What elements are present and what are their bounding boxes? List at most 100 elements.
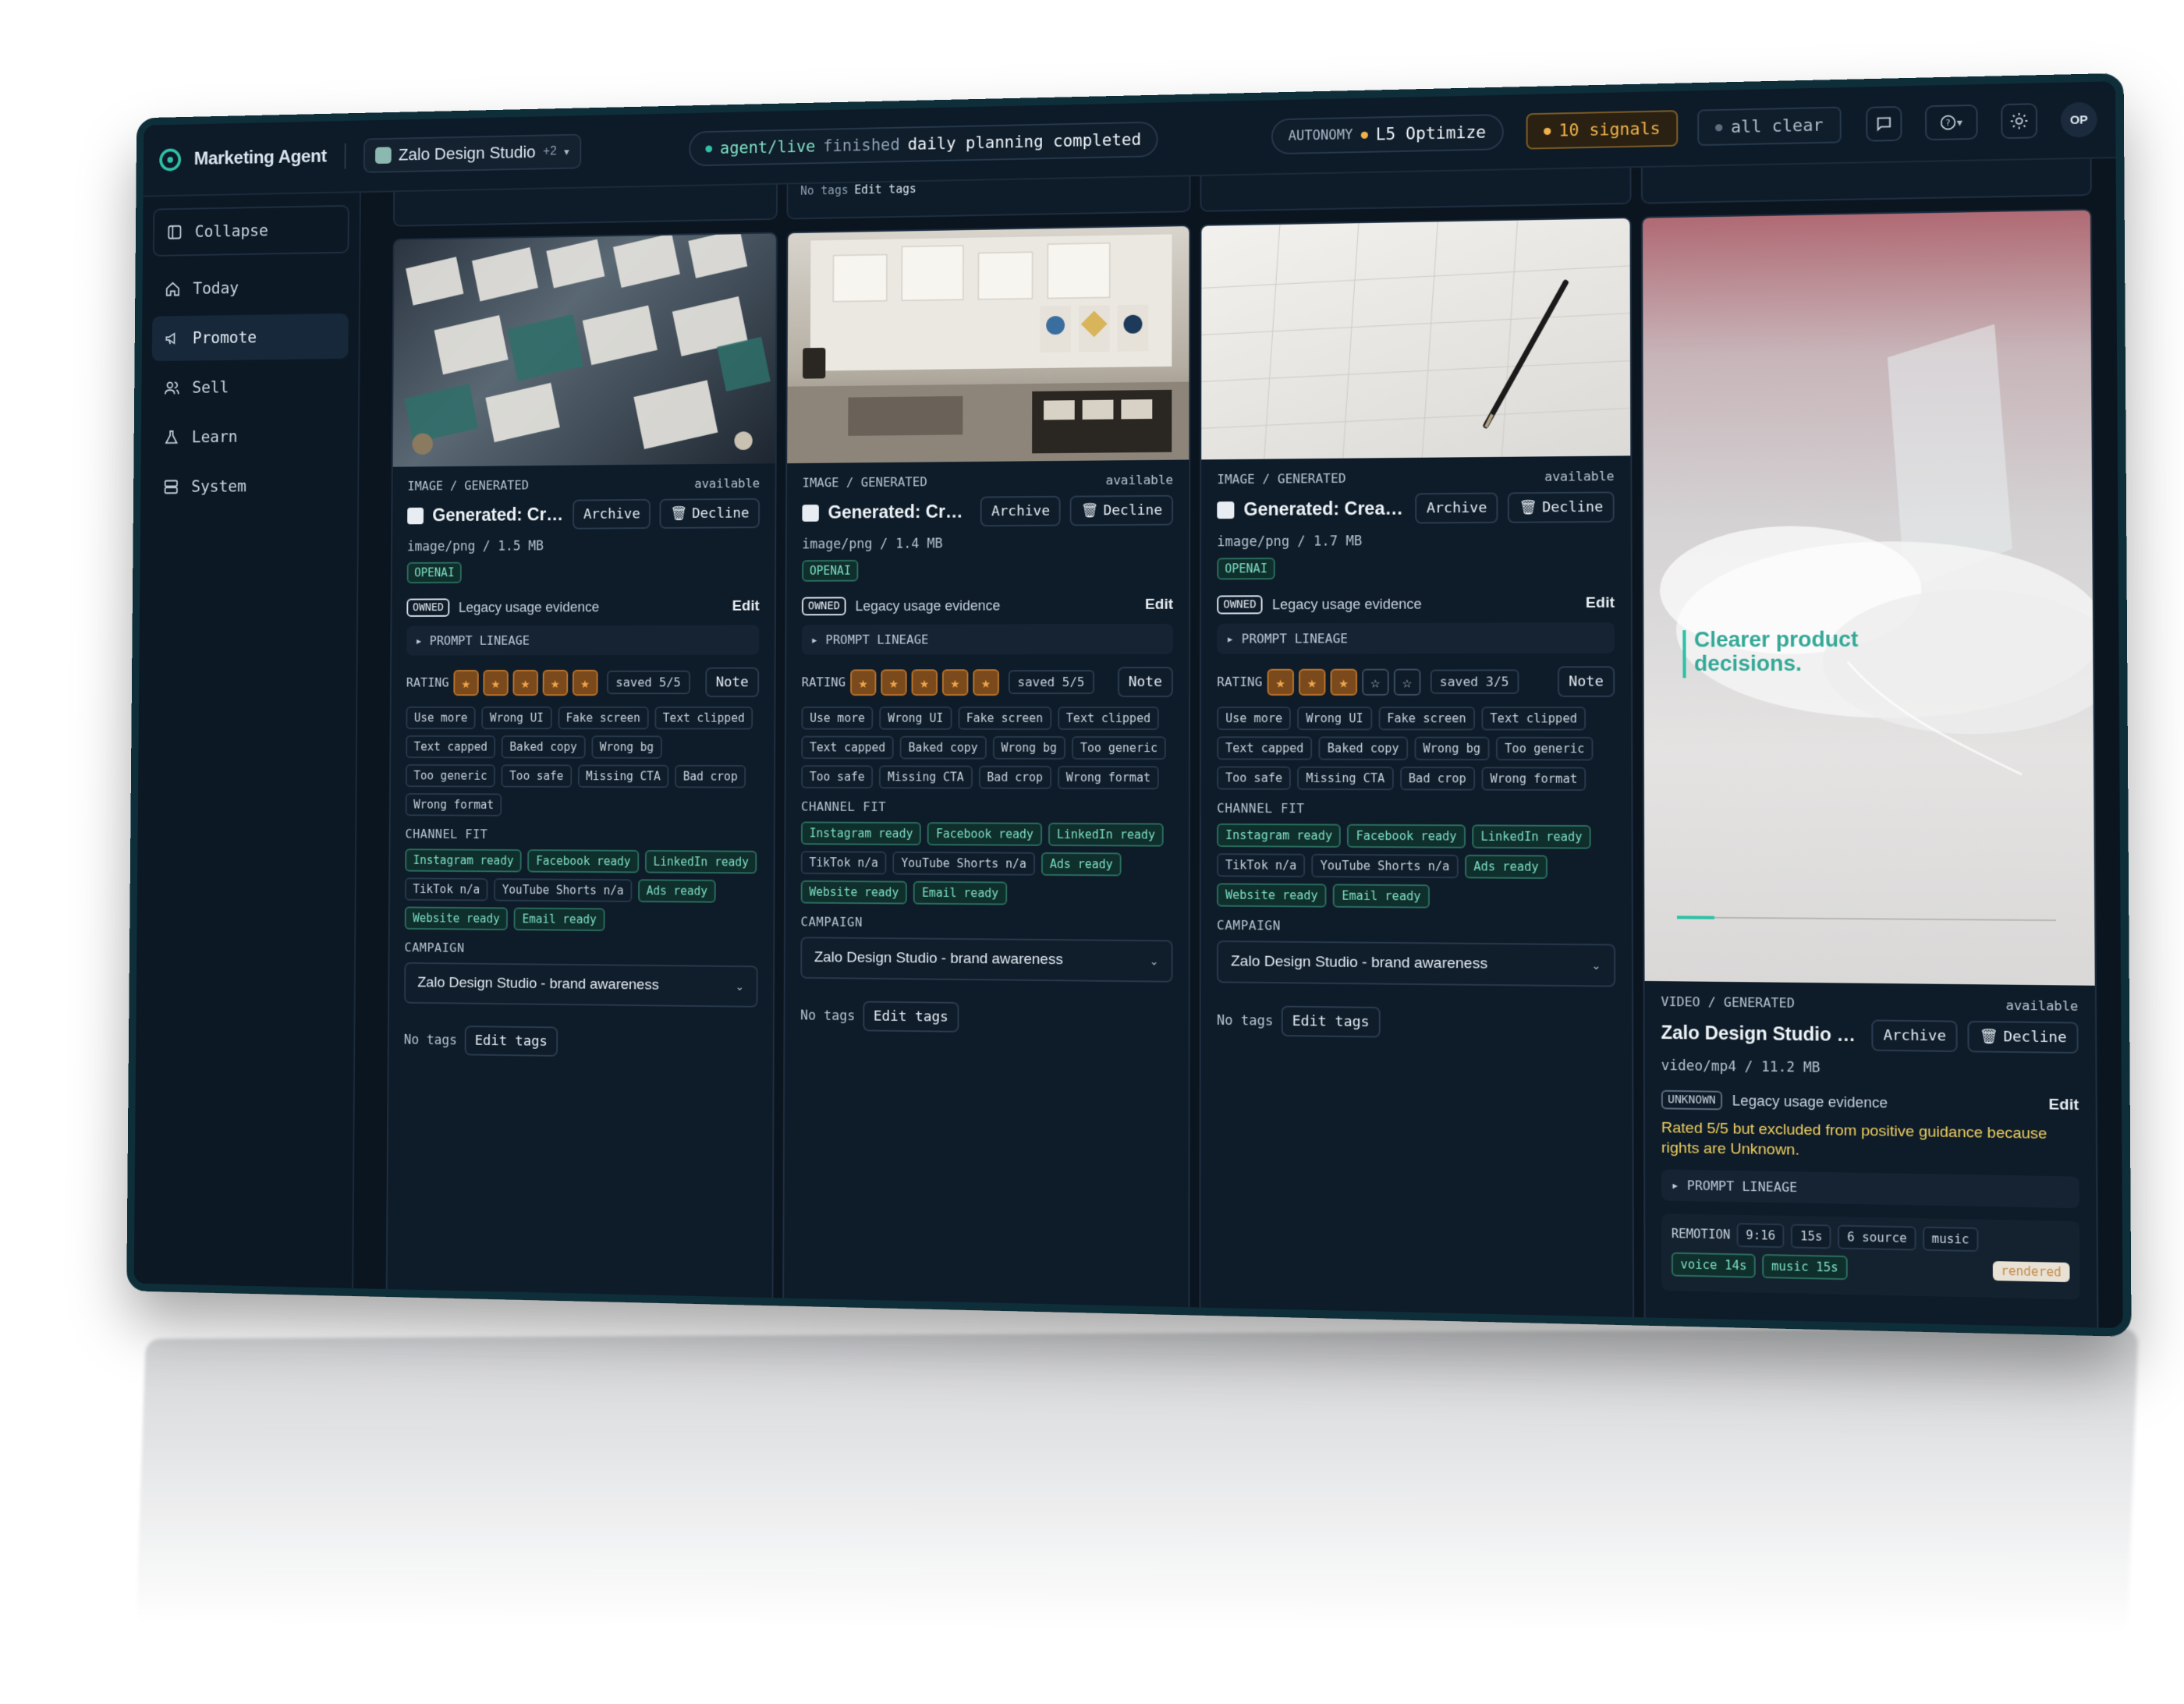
- sidebar-item-collapse[interactable]: Collapse: [153, 205, 349, 257]
- star-5-icon[interactable]: ☆: [1394, 668, 1421, 695]
- feedback-chip[interactable]: Text capped: [801, 736, 894, 760]
- feedback-chip[interactable]: Text clipped: [1481, 707, 1586, 731]
- star-4-icon[interactable]: ★: [942, 669, 969, 696]
- feedback-chip[interactable]: Bad crop: [1400, 767, 1475, 791]
- prompt-lineage-toggle[interactable]: ▸ PROMPT LINEAGE: [406, 625, 759, 655]
- prompt-lineage-toggle[interactable]: ▸ PROMPT LINEAGE: [1217, 622, 1615, 654]
- decline-button[interactable]: 🗑 Decline: [660, 498, 760, 529]
- asset-thumbnail[interactable]: [1201, 218, 1630, 459]
- archive-button[interactable]: Archive: [1416, 492, 1498, 523]
- asset-title[interactable]: Generated: Creati...: [828, 501, 972, 523]
- select-checkbox[interactable]: [407, 507, 424, 524]
- star-1-icon[interactable]: ★: [1267, 668, 1293, 695]
- note-button[interactable]: Note: [705, 668, 759, 698]
- asset-title[interactable]: Zalo Design Studio pr...: [1661, 1022, 1863, 1046]
- decline-button[interactable]: 🗑 Decline: [1968, 1021, 2079, 1054]
- channel-chip[interactable]: Instagram ready: [801, 821, 921, 845]
- note-button[interactable]: Note: [1118, 667, 1173, 697]
- feedback-chip[interactable]: Fake screen: [958, 707, 1051, 730]
- channel-chip[interactable]: Website ready: [801, 880, 908, 905]
- asset-thumbnail[interactable]: [787, 226, 1189, 463]
- all-clear-badge[interactable]: all clear: [1697, 107, 1842, 147]
- star-2-icon[interactable]: ★: [1299, 668, 1325, 695]
- campaign-select[interactable]: Zalo Design Studio - brand awareness ⌄: [1217, 941, 1615, 987]
- sidebar-item-system[interactable]: System: [151, 462, 347, 509]
- feedback-chip[interactable]: Fake screen: [1378, 707, 1475, 730]
- help-menu-button[interactable]: ? ▾: [1925, 105, 1978, 140]
- feedback-chip[interactable]: Text clipped: [1058, 707, 1159, 730]
- channel-chip[interactable]: Ads ready: [638, 879, 716, 902]
- video-thumbnail[interactable]: Clearer product decisions.: [1643, 211, 2095, 986]
- feedback-chip[interactable]: Too safe: [801, 765, 873, 788]
- theme-toggle-button[interactable]: [2001, 103, 2037, 139]
- star-4-icon[interactable]: ★: [542, 669, 568, 695]
- feedback-chip[interactable]: Text capped: [1217, 736, 1312, 760]
- feedback-chip[interactable]: Wrong bg: [992, 736, 1065, 760]
- channel-chip[interactable]: Facebook ready: [528, 849, 640, 873]
- user-avatar[interactable]: OP: [2061, 101, 2097, 137]
- campaign-select[interactable]: Zalo Design Studio - brand awareness ⌄: [800, 937, 1172, 983]
- edit-tags-button[interactable]: Edit tags: [1281, 1006, 1381, 1038]
- select-checkbox[interactable]: [1217, 501, 1234, 519]
- star-5-icon[interactable]: ★: [973, 669, 999, 696]
- edit-rights-button[interactable]: Edit: [1145, 597, 1173, 614]
- feedback-chip[interactable]: Wrong format: [1481, 767, 1586, 791]
- workspace-switcher[interactable]: Zalo Design Studio +2 ▾: [363, 134, 582, 173]
- decline-button[interactable]: 🗑 Decline: [1070, 495, 1173, 526]
- edit-rights-button[interactable]: Edit: [732, 598, 760, 615]
- feedback-chip[interactable]: Fake screen: [558, 707, 649, 730]
- feedback-chip[interactable]: Use more: [1217, 707, 1291, 730]
- agent-status-pill[interactable]: agent/live finished daily planning compl…: [689, 122, 1158, 167]
- channel-chip[interactable]: YouTube Shorts n/a: [893, 852, 1035, 876]
- prompt-lineage-toggle[interactable]: ▸ PROMPT LINEAGE: [802, 624, 1173, 655]
- autonomy-pill[interactable]: AUTONOMY L5 Optimize: [1271, 114, 1504, 154]
- star-3-icon[interactable]: ★: [911, 669, 938, 696]
- sidebar-item-learn[interactable]: Learn: [151, 413, 348, 460]
- channel-chip[interactable]: Email ready: [514, 908, 604, 931]
- archive-button[interactable]: Archive: [573, 499, 651, 530]
- chat-button[interactable]: [1866, 106, 1902, 142]
- channel-chip[interactable]: LinkedIn ready: [1048, 823, 1164, 847]
- feedback-chip[interactable]: Too safe: [502, 764, 572, 788]
- feedback-chip[interactable]: Bad crop: [979, 766, 1051, 789]
- feedback-chip[interactable]: Wrong format: [406, 793, 502, 817]
- feedback-chip[interactable]: Bad crop: [675, 765, 746, 788]
- star-1-icon[interactable]: ★: [453, 669, 479, 695]
- archive-button[interactable]: Archive: [1872, 1019, 1958, 1052]
- channel-chip[interactable]: YouTube Shorts n/a: [1312, 854, 1459, 879]
- select-checkbox[interactable]: [802, 505, 819, 522]
- feedback-chip[interactable]: Wrong bg: [591, 735, 662, 759]
- campaign-select[interactable]: Zalo Design Studio - brand awareness ⌄: [404, 962, 758, 1008]
- asset-thumbnail[interactable]: [393, 233, 776, 466]
- feedback-chip[interactable]: Wrong bg: [1414, 737, 1489, 761]
- star-3-icon[interactable]: ★: [1330, 668, 1357, 695]
- star-5-icon[interactable]: ★: [573, 669, 598, 695]
- channel-chip[interactable]: Website ready: [405, 906, 509, 930]
- channel-chip[interactable]: LinkedIn ready: [1472, 824, 1591, 848]
- feedback-chip[interactable]: Missing CTA: [1297, 767, 1393, 791]
- channel-chip[interactable]: Website ready: [1217, 883, 1327, 907]
- feedback-chip[interactable]: Wrong UI: [1297, 707, 1372, 730]
- channel-chip[interactable]: YouTube Shorts n/a: [494, 878, 632, 902]
- feedback-chip[interactable]: Wrong UI: [481, 707, 551, 729]
- edit-tags-button[interactable]: Edit tags: [863, 1001, 959, 1032]
- edit-tags-button[interactable]: Edit tags: [464, 1026, 558, 1057]
- feedback-chip[interactable]: Baked copy: [502, 735, 586, 759]
- sidebar-item-promote[interactable]: Promote: [152, 314, 349, 361]
- note-button[interactable]: Note: [1557, 666, 1615, 697]
- feedback-chip[interactable]: Use more: [801, 707, 873, 730]
- star-3-icon[interactable]: ★: [512, 669, 538, 695]
- channel-chip[interactable]: Facebook ready: [927, 822, 1042, 846]
- feedback-chip[interactable]: Wrong UI: [879, 707, 952, 730]
- feedback-chip[interactable]: Use more: [406, 707, 476, 729]
- star-1-icon[interactable]: ★: [850, 669, 876, 696]
- edit-rights-button[interactable]: Edit: [1586, 594, 1615, 612]
- feedback-chip[interactable]: Too generic: [1072, 736, 1166, 760]
- feedback-chip[interactable]: Baked copy: [900, 736, 987, 760]
- channel-chip[interactable]: TikTok n/a: [405, 877, 488, 901]
- star-4-icon[interactable]: ☆: [1362, 668, 1389, 695]
- feedback-chip[interactable]: Missing CTA: [578, 764, 669, 788]
- prompt-lineage-toggle[interactable]: ▸ PROMPT LINEAGE: [1661, 1170, 2079, 1209]
- feedback-chip[interactable]: Missing CTA: [879, 765, 973, 788]
- channel-chip[interactable]: Instagram ready: [405, 848, 522, 872]
